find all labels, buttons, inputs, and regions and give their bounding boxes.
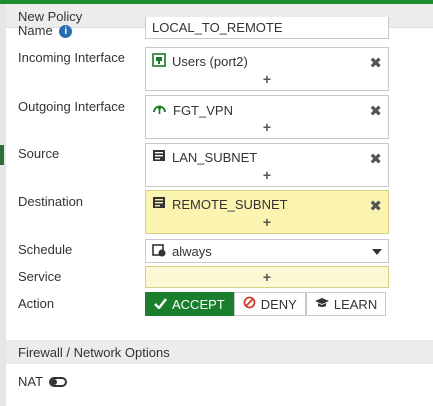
outgoing-interface-label: Outgoing Interface [18, 99, 125, 114]
source-field[interactable]: LAN_SUBNET ✖ + [145, 143, 389, 187]
nat-label: NAT [18, 374, 44, 389]
outgoing-interface-field[interactable]: FGT_VPN ✖ + [145, 95, 389, 139]
name-label-text: Name [18, 23, 53, 38]
learn-label: LEARN [333, 296, 378, 312]
destination-value: REMOTE_SUBNET [172, 196, 288, 212]
accept-button[interactable]: ACCEPT [145, 292, 234, 316]
add-outgoing-button[interactable]: + [146, 119, 388, 135]
address-object-icon [152, 149, 166, 165]
incoming-interface-entry: Users (port2) [152, 53, 248, 70]
nat-row: NAT [18, 374, 68, 389]
section-title: Firewall / Network Options [18, 345, 170, 360]
schedule-icon [152, 243, 166, 260]
add-incoming-button[interactable]: + [146, 71, 388, 87]
action-button-group: ACCEPT DENY LEARN [145, 292, 387, 316]
remove-incoming-icon[interactable]: ✖ [369, 54, 382, 72]
vpn-tunnel-icon [152, 101, 167, 119]
learn-button[interactable]: LEARN [305, 292, 387, 316]
name-label: Name i [18, 23, 73, 39]
add-destination-button[interactable]: + [146, 214, 388, 230]
action-label: Action [18, 296, 55, 311]
outgoing-interface-entry: FGT_VPN [152, 101, 233, 119]
destination-label: Destination [18, 194, 84, 209]
schedule-value: always [172, 243, 212, 259]
source-value: LAN_SUBNET [172, 149, 258, 165]
destination-entry: REMOTE_SUBNET [152, 196, 288, 212]
deny-icon [243, 296, 256, 312]
info-icon[interactable]: i [59, 25, 73, 39]
schedule-select[interactable]: always [145, 239, 389, 263]
incoming-interface-label: Incoming Interface [18, 50, 125, 65]
deny-button[interactable]: DENY [233, 292, 306, 316]
schedule-selected: always [152, 243, 212, 260]
deny-label: DENY [260, 296, 297, 312]
chevron-down-icon[interactable] [372, 249, 382, 255]
firewall-options-section: Firewall / Network Options [6, 340, 433, 364]
outgoing-interface-value: FGT_VPN [173, 102, 233, 118]
incoming-interface-field[interactable]: Users (port2) ✖ + [145, 47, 389, 91]
source-entry: LAN_SUBNET [152, 149, 257, 165]
accept-label: ACCEPT [172, 296, 225, 312]
check-icon [154, 297, 167, 312]
left-nav-marker [0, 145, 4, 165]
destination-field[interactable]: REMOTE_SUBNET ✖ + [145, 190, 389, 234]
name-value: LOCAL_TO_REMOTE [152, 20, 283, 35]
source-label: Source [18, 146, 60, 161]
nat-toggle[interactable] [49, 376, 68, 387]
address-object-icon [152, 196, 166, 212]
schedule-label: Schedule [18, 242, 73, 257]
remove-outgoing-icon[interactable]: ✖ [369, 102, 382, 120]
network-port-icon [152, 53, 166, 70]
add-service-button[interactable]: + [146, 269, 388, 285]
incoming-interface-value: Users (port2) [172, 54, 248, 69]
name-field[interactable]: LOCAL_TO_REMOTE [145, 17, 389, 39]
graduation-cap-icon [314, 297, 329, 312]
remove-source-icon[interactable]: ✖ [369, 150, 382, 168]
add-source-button[interactable]: + [146, 167, 388, 183]
service-field[interactable]: + [145, 266, 389, 288]
page-title: New Policy [18, 9, 83, 24]
service-label: Service [18, 269, 62, 284]
remove-destination-icon[interactable]: ✖ [369, 197, 382, 215]
